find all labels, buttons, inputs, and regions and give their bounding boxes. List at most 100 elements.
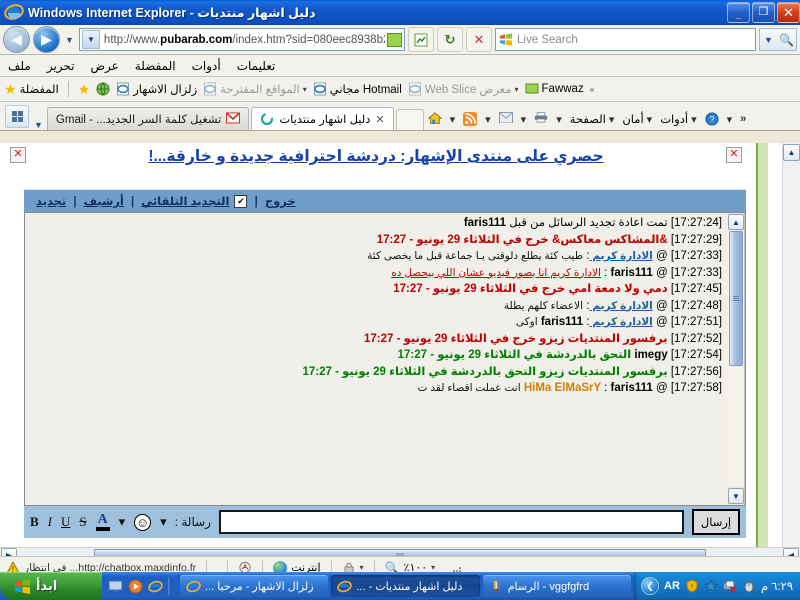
page-viewport: ▲ ✕ حصري على منتدى الإشهار: دردشة احتراف… (0, 143, 800, 548)
chat-link-autorefresh[interactable]: التجديد التلقائي (141, 194, 229, 208)
command-tools[interactable]: أدوات ▾ (660, 112, 696, 127)
tab-dalil-eshhar[interactable]: دليل اشهار منتديات ✕ (251, 107, 394, 130)
chevron-down-icon[interactable]: ▾ (303, 85, 307, 94)
restore-button[interactable]: ❐ (752, 2, 775, 23)
chevron-down-icon[interactable]: ▾ (360, 563, 364, 572)
chat-scrollbar[interactable]: ▲ ▼ (728, 213, 745, 505)
chat-scroll-track[interactable] (728, 231, 744, 487)
favorites-button[interactable]: ★ المفضلة (4, 82, 59, 96)
search-input[interactable]: Live Search (495, 28, 756, 51)
refresh-button[interactable]: ↻ (437, 27, 463, 52)
fav-link-suggested-sites[interactable]: المواقع المقترحة ▾ (203, 82, 307, 96)
minimize-button[interactable]: _ (727, 2, 750, 23)
language-indicator[interactable]: AR (664, 580, 680, 592)
tab-gmail[interactable]: تشغيل كلمة السر الجديد... - Gmail (46, 107, 250, 130)
network-disconnected-icon[interactable] (723, 579, 737, 593)
quick-tabs-button[interactable] (5, 105, 29, 128)
task-zelzal-eshhar[interactable]: زلزال الاشهار - مرحبا ... (180, 575, 329, 597)
show-hidden-icons-button[interactable]: ❯ (641, 577, 660, 595)
italic-button[interactable]: I (48, 514, 52, 530)
forward-button[interactable]: ▶ (33, 26, 60, 53)
menu-item-favorites[interactable]: المفضلة (135, 59, 176, 73)
chevron-down-icon[interactable]: ▾ (515, 85, 519, 94)
command-overflow-icon[interactable]: « (740, 113, 746, 125)
chevron-down-icon[interactable]: ▾ (485, 113, 491, 126)
send-button[interactable]: إرسال (692, 509, 740, 535)
chat-message-link[interactable]: الادارة كريم انا بصور فيديو عشان اللي بي… (391, 267, 601, 279)
system-clock[interactable]: ٦:٢٩ م (761, 579, 793, 593)
fav-label: معرض Web Slice (424, 84, 512, 96)
chat-link-exit[interactable]: خروج (265, 194, 296, 208)
promo-close-right-button[interactable]: ✕ (10, 147, 26, 163)
start-label: ابدأ (36, 578, 58, 593)
task-dalil-eshhar[interactable]: دليل اشهار منتديات - ... (331, 575, 480, 597)
bold-button[interactable]: B (30, 514, 39, 530)
chat-link-archive[interactable]: أرشيف (84, 194, 124, 208)
tab-list-dropdown-icon[interactable]: ▼ (32, 120, 45, 130)
rss-feeds-icon[interactable] (463, 112, 478, 126)
strikethrough-button[interactable]: S (79, 514, 86, 530)
chevron-down-icon[interactable]: ▾ (556, 113, 562, 126)
help-icon[interactable]: ? (705, 112, 719, 126)
color-dropdown-icon[interactable]: ▾ (119, 514, 126, 530)
fav-link-fawwaz[interactable]: Fawwaz (525, 82, 584, 96)
command-page[interactable]: الصفحة ▾ (570, 112, 615, 127)
back-button[interactable]: ◀ (3, 26, 30, 53)
show-desktop-icon[interactable] (108, 579, 123, 594)
chevron-down-icon[interactable]: ▾ (431, 563, 435, 572)
internet-explorer-icon[interactable] (148, 579, 163, 594)
fav-label: المواقع المقترحة (220, 84, 300, 96)
url-text: http://www.pubarab.com/index.htm?sid=080… (100, 34, 385, 46)
chat-user-link[interactable]: الادارة كريم (589, 250, 652, 262)
promo-close-left-button[interactable]: ✕ (726, 147, 742, 163)
fav-link-web-slice-gallery[interactable]: معرض Web Slice ▾ (408, 82, 519, 96)
compatibility-view-button[interactable] (408, 27, 434, 52)
autorefresh-checkbox[interactable]: ✔ (234, 194, 248, 208)
new-tab-button[interactable] (395, 109, 424, 130)
add-to-favorites-icon[interactable]: ★ (78, 82, 91, 96)
menu-item-file[interactable]: ملف (8, 59, 31, 73)
underline-button[interactable]: U (61, 514, 70, 530)
print-icon[interactable] (534, 112, 548, 126)
chat-user-link[interactable]: الادارة كريم (589, 300, 652, 312)
promo-text[interactable]: حصري على منتدى الإشهار: دردشة احترافية ج… (32, 147, 720, 168)
chevron-down-icon[interactable]: ▾ (450, 113, 456, 126)
media-player-icon[interactable] (128, 579, 143, 594)
chat-scroll-down-icon[interactable]: ▼ (728, 488, 744, 504)
fav-link-hotmail[interactable]: Hotmail مجاني (313, 82, 402, 96)
chevron-down-icon[interactable]: ▾ (521, 113, 527, 126)
chat-user-link[interactable]: الادارة كريم (589, 316, 652, 328)
mouse-icon[interactable] (742, 579, 756, 593)
chevron-down-icon[interactable]: ▼ (762, 35, 775, 45)
nav-history-dropdown-icon[interactable]: ▼ (63, 35, 76, 45)
chat-timestamp: [17:27:52] (667, 332, 722, 345)
chevron-down-icon[interactable]: ▾ (727, 113, 733, 126)
scroll-up-icon[interactable]: ▲ (783, 144, 800, 161)
favorites-overflow-icon[interactable]: » (590, 85, 594, 94)
task-paint[interactable]: vggfgfrd - الرسام (482, 575, 632, 597)
text-color-button[interactable]: A (95, 513, 110, 531)
search-provider-button[interactable]: 🔍 ▼ (759, 28, 797, 51)
chat-link-refresh[interactable]: تجديد (36, 194, 66, 208)
home-icon[interactable] (427, 112, 442, 126)
security-shield-icon[interactable]: ! (685, 579, 699, 593)
url-domain: pubarab.com (160, 33, 233, 46)
menu-item-view[interactable]: عرض (91, 59, 119, 73)
menu-item-tools[interactable]: أدوات (192, 59, 221, 73)
chat-scroll-up-icon[interactable]: ▲ (728, 214, 744, 230)
globe-favorite-icon[interactable] (96, 82, 110, 96)
fav-link-zelzal[interactable]: زلزال الاشهار (116, 82, 197, 96)
menu-item-edit[interactable]: تحرير (47, 59, 75, 73)
chat-scroll-thumb[interactable] (729, 231, 743, 367)
tab-close-icon[interactable]: ✕ (375, 113, 384, 126)
read-mail-icon[interactable] (498, 112, 513, 126)
menu-item-help[interactable]: تعليمات (237, 59, 276, 73)
command-safety[interactable]: أمان ▾ (622, 112, 652, 127)
page-vertical-scrollbar[interactable]: ▲ (782, 143, 800, 548)
url-dropdown-icon[interactable]: ▼ (81, 30, 100, 49)
start-button[interactable]: ابدأ (0, 572, 102, 600)
antivirus-star-icon[interactable] (703, 578, 719, 593)
url-input[interactable]: ▼ http://www.pubarab.com/index.htm?sid=0… (78, 28, 405, 51)
close-button[interactable]: ✕ (777, 2, 800, 23)
stop-button[interactable]: ✕ (466, 27, 492, 52)
